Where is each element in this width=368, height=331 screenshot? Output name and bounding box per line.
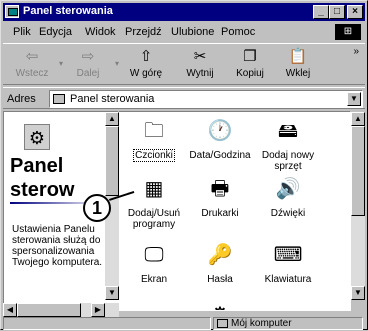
monitor-icon: 🖵: [144, 244, 164, 266]
windows-logo-icon: ⊞: [335, 24, 361, 40]
left-pane-horizontal-scrollbar[interactable]: ◀ ▶: [3, 303, 119, 317]
status-cell-left: [3, 317, 211, 330]
menu-plik[interactable]: Plik: [13, 26, 31, 38]
item-label: Drukarki: [201, 208, 239, 219]
control-panel-icon: [5, 5, 19, 18]
scroll-thumb[interactable]: [105, 126, 119, 196]
item-label: Data/Godzina: [189, 150, 251, 161]
close-button[interactable]: ×: [347, 5, 363, 19]
item-label: Klawiatura: [264, 274, 312, 285]
scissors-icon: ✂: [193, 48, 207, 65]
cut-button[interactable]: ✂ Wytnij: [175, 46, 225, 84]
status-text: Mój komputer: [231, 318, 292, 329]
hardware-icon: 🖴: [277, 120, 299, 142]
paste-icon: 📋: [288, 48, 308, 65]
keyboard-icon: ⌨: [273, 244, 303, 266]
maximize-button[interactable]: □: [329, 5, 345, 19]
scroll-up-button[interactable]: ▲: [105, 112, 119, 126]
pane-heading-line1: Panel: [10, 155, 64, 177]
speaker-icon: 🔊: [275, 178, 301, 200]
forward-button[interactable]: ⇨ Dalej ▾: [63, 46, 119, 84]
title-bar[interactable]: Panel sterowania _ □ ×: [3, 3, 365, 21]
scroll-down-button[interactable]: ▼: [105, 286, 119, 300]
address-bar: Adres Panel sterowania ▼: [3, 87, 365, 109]
copy-label: Kopiuj: [236, 68, 264, 79]
up-label: W górę: [129, 68, 163, 79]
address-input[interactable]: Panel sterowania ▼: [49, 90, 363, 108]
programs-icon: ▦: [144, 178, 164, 200]
items-vertical-scrollbar[interactable]: ▲ ▼: [351, 112, 365, 300]
item-label: Ekran: [140, 274, 168, 285]
item-label: Czcionki: [133, 149, 175, 162]
copy-button[interactable]: ❐ Kopiuj: [225, 46, 275, 84]
item-hasla[interactable]: 🔑 Hasła: [185, 240, 255, 285]
item-label: Dodaj/Usuń programy: [127, 208, 181, 230]
partial-icon: ⚙: [203, 300, 237, 310]
fonts-folder-icon: 🗀: [144, 120, 164, 142]
scroll-thumb[interactable]: [351, 126, 365, 216]
clock-icon: 🕐: [207, 120, 233, 142]
menu-bar: Plik Edycja Widok Przejdź Ulubione Pomoc…: [3, 23, 365, 41]
control-panel-folder-icon: ⚙: [24, 124, 50, 150]
menu-edycja[interactable]: Edycja: [39, 26, 72, 38]
menu-widok[interactable]: Widok: [85, 26, 116, 38]
window-title: Panel sterowania: [23, 5, 113, 17]
toolbar: ⇦ Wstecz ▾ ⇨ Dalej ▾ ⇧ W górę ✂ Wytnij ❐…: [3, 43, 365, 85]
menu-przejdz[interactable]: Przejdź: [125, 26, 162, 38]
address-dropdown-button[interactable]: ▼: [347, 92, 361, 106]
item-dzwieki[interactable]: 🔊 Dźwięki: [253, 174, 323, 219]
forward-label: Dalej: [76, 68, 100, 79]
item-ekran[interactable]: 🖵 Ekran: [119, 240, 189, 285]
chevron-down-icon[interactable]: ▾: [115, 59, 119, 68]
forward-arrow-icon: ⇨: [81, 48, 95, 65]
back-button[interactable]: ⇦ Wstecz ▾: [7, 46, 63, 84]
item-label: Dźwięki: [270, 208, 306, 219]
item-label: Hasła: [207, 274, 233, 285]
item-dodaj-usun-programy[interactable]: ▦ Dodaj/Usuń programy: [119, 174, 189, 230]
pane-description: Ustawienia Panelu sterowania służą do sp…: [12, 224, 103, 268]
scroll-right-button[interactable]: ▶: [91, 303, 105, 317]
address-label: Adres: [7, 93, 36, 105]
callout-marker: 1: [83, 194, 111, 222]
back-label: Wstecz: [15, 68, 49, 79]
item-drukarki[interactable]: 🖶 Drukarki: [185, 174, 255, 219]
paste-button[interactable]: 📋 Wklej: [273, 46, 323, 84]
control-panel-icon: [53, 94, 65, 104]
keys-icon: 🔑: [207, 244, 233, 266]
item-data-godzina[interactable]: 🕐 Data/Godzina: [185, 116, 255, 161]
hscroll-thumb[interactable]: [17, 303, 81, 317]
folder-up-icon: ⇧: [139, 48, 153, 65]
status-bar: Mój komputer: [3, 317, 365, 331]
menu-pomoc[interactable]: Pomoc: [221, 26, 255, 38]
scroll-down-button[interactable]: ▼: [351, 286, 365, 300]
up-button[interactable]: ⇧ W górę: [121, 46, 171, 84]
item-dodaj-nowy-sprzet[interactable]: 🖴 Dodaj nowy sprzęt: [253, 116, 323, 172]
item-partial-row[interactable]: ⚙: [185, 300, 255, 310]
control-panel-window: Panel sterowania _ □ × Plik Edycja Widok…: [0, 0, 368, 330]
paste-label: Wklej: [285, 68, 311, 79]
items-view: 🗀 Czcionki 🕐 Data/Godzina 🖴 Dodaj nowy s…: [119, 111, 351, 311]
scroll-up-button[interactable]: ▲: [351, 112, 365, 126]
item-label: Dodaj nowy sprzęt: [261, 150, 315, 172]
toolbar-overflow-chevron[interactable]: »: [353, 46, 359, 57]
item-klawiatura[interactable]: ⌨ Klawiatura: [253, 240, 323, 285]
address-value: Panel sterowania: [70, 93, 155, 105]
scroll-left-button[interactable]: ◀: [3, 303, 17, 317]
back-arrow-icon: ⇦: [25, 48, 39, 65]
minimize-button[interactable]: _: [313, 5, 329, 19]
menu-ulubione[interactable]: Ulubione: [171, 26, 214, 38]
cut-label: Wytnij: [186, 68, 214, 79]
printer-folder-icon: 🖶: [210, 178, 230, 200]
my-computer-icon: [217, 319, 228, 328]
copy-icon: ❐: [243, 48, 257, 65]
item-czcionki[interactable]: 🗀 Czcionki: [119, 116, 189, 162]
